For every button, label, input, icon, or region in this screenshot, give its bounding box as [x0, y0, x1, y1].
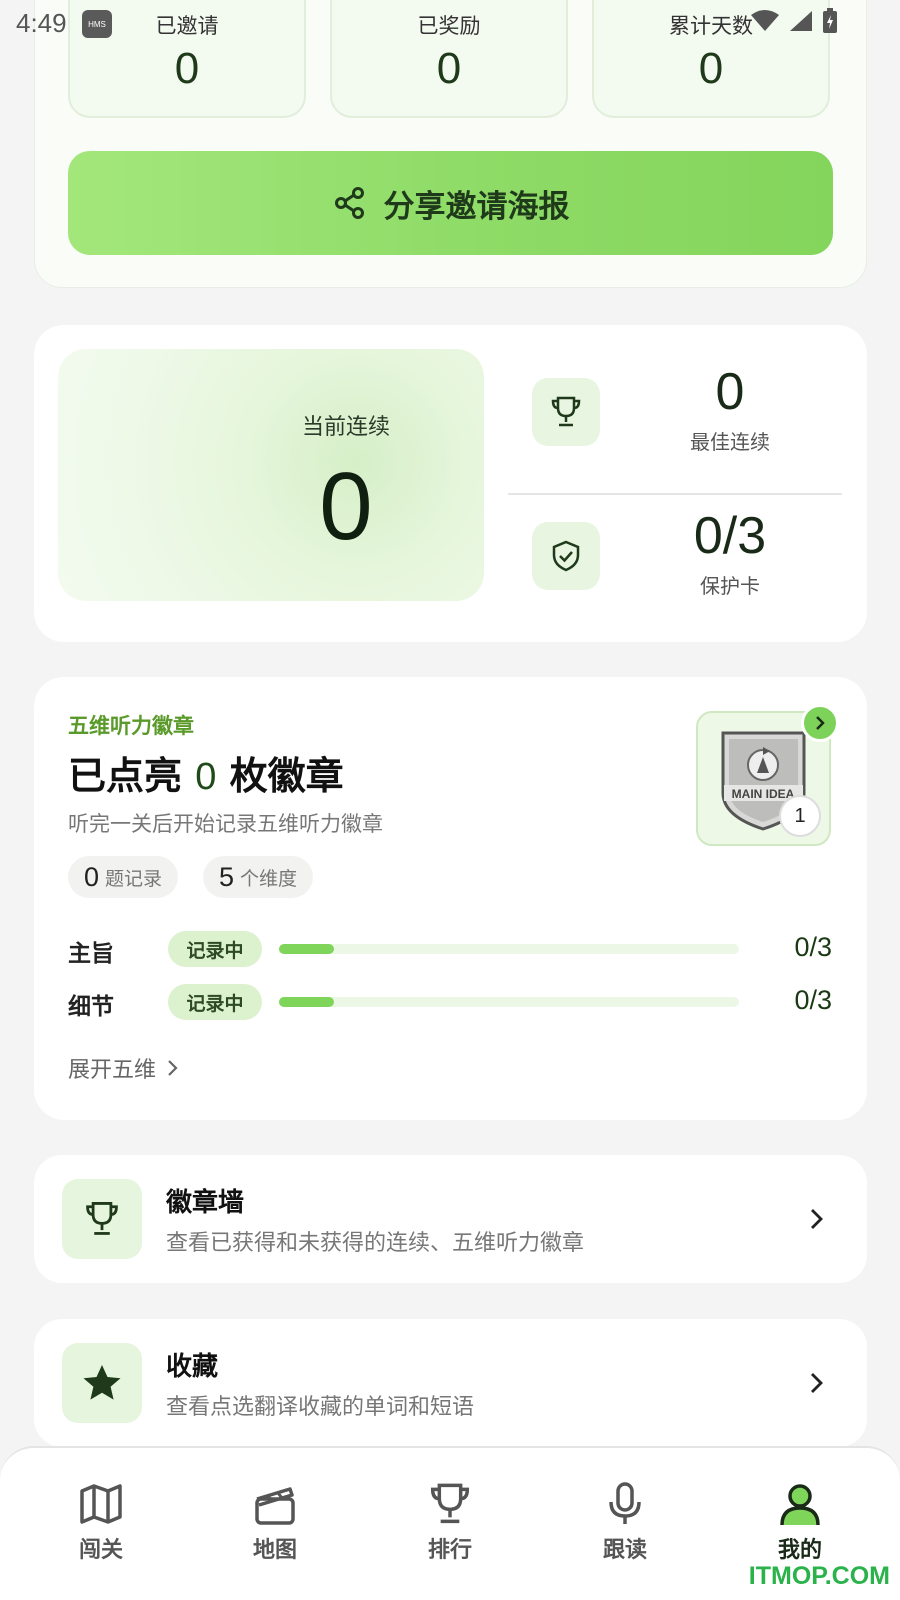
protect-card-tile [532, 522, 600, 590]
status-time: 4:49 [16, 8, 67, 38]
favorites-row[interactable] [34, 1319, 867, 1447]
dimensions-count: 5 [219, 861, 235, 892]
badge-wall-row[interactable] [34, 1155, 867, 1283]
badge-title-suffix: 枚徽章 [229, 754, 344, 798]
current-streak-label: 当前连续 [301, 415, 390, 440]
rewarded-stat: 已奖励 0 [330, 0, 568, 118]
nav-item-map[interactable]: 地图 [210, 1478, 340, 1564]
nav-item-rank[interactable]: 排行 [385, 1478, 515, 1564]
star-icon [83, 1365, 121, 1400]
hms-icon: HMS [82, 10, 112, 38]
dimensions-chip: 5 个维度 [203, 856, 314, 898]
trophy-icon [551, 396, 581, 427]
nav-item-follow-read[interactable]: 跟读 [560, 1478, 690, 1564]
share-icon [334, 187, 364, 219]
badge-title-prefix: 已点亮 [68, 754, 183, 798]
share-invite-poster-button[interactable]: 分享邀请海报 [68, 151, 833, 255]
total-days-value: 0 [698, 44, 724, 93]
dimension-status-main: 记录中 [168, 931, 262, 967]
best-streak-value: 0 [715, 363, 745, 421]
expand-label: 展开五维 [68, 1058, 157, 1083]
nav-label-challenge: 闯关 [78, 1538, 123, 1563]
badge-wall-icon-tile [62, 1179, 142, 1259]
records-count: 0 [84, 861, 100, 892]
nav-label-rank: 排行 [427, 1538, 472, 1563]
favorites-desc: 查看点选翻译收藏的单词和短语 [166, 1395, 475, 1420]
nav-label-map: 地图 [252, 1538, 297, 1563]
best-streak-tile [532, 378, 600, 446]
dimension-status-detail: 记录中 [168, 984, 262, 1020]
nav-item-challenge[interactable]: 闯关 [36, 1478, 166, 1564]
chevron-right-icon [816, 716, 825, 730]
dimension-score-detail: 0/3 [794, 985, 832, 1015]
clapperboard-icon [255, 1487, 295, 1525]
protect-card-value: 0/3 [693, 507, 767, 565]
protect-card-label: 保护卡 [700, 574, 760, 598]
dimension-progress-main [279, 944, 739, 954]
microphone-icon [609, 1482, 641, 1524]
watermark: ITMOP.COM [748, 1562, 890, 1590]
current-streak-value: 0 [319, 453, 373, 560]
trophy-icon [86, 1202, 118, 1235]
chevron-right-icon [808, 1206, 826, 1236]
dimension-score-main: 0/3 [794, 932, 832, 962]
dimensions-text: 个维度 [240, 867, 298, 890]
badge-title-count: 0 [195, 756, 217, 798]
dimension-progress-fill-main [279, 944, 335, 954]
rewarded-label: 已奖励 [417, 14, 481, 38]
chevron-right-icon [808, 1370, 826, 1400]
badge-wall-title: 徽章墙 [166, 1188, 245, 1218]
expand-five-dimensions[interactable]: 展开五维 [68, 1052, 180, 1084]
invited-value: 0 [174, 44, 200, 93]
trophy-icon [430, 1483, 470, 1524]
chevron-right-icon [168, 1060, 178, 1076]
dimension-name-main: 主旨 [68, 941, 114, 967]
divider [508, 493, 842, 495]
best-streak-label: 最佳连续 [690, 430, 770, 454]
badge-thumb-text: MAIN IDEA [732, 787, 795, 801]
badge-subtitle: 听完一关后开始记录五维听力徽章 [68, 812, 383, 836]
share-label: 分享邀请海报 [383, 188, 570, 225]
badge-title: 已点亮 0 枚徽章 [68, 745, 344, 800]
user-icon [780, 1484, 820, 1526]
dimension-progress-detail [279, 997, 739, 1007]
favorites-icon-tile [62, 1343, 142, 1423]
records-chip: 0 题记录 [68, 856, 179, 898]
rewarded-value: 0 [436, 44, 462, 93]
nav-label-follow-read: 跟读 [602, 1538, 647, 1563]
dimension-name-detail: 细节 [68, 994, 114, 1020]
badge-wall-desc: 查看已获得和未获得的连续、五维听力徽章 [166, 1231, 585, 1256]
wifi-icon [751, 10, 779, 31]
badge-eyebrow: 五维听力徽章 [68, 714, 194, 738]
dimension-progress-fill-detail [279, 997, 335, 1007]
battery-icon [823, 8, 837, 33]
nav-label-me: 我的 [777, 1538, 822, 1563]
status-icons [750, 8, 838, 34]
badge-thumb-arrow[interactable] [801, 704, 839, 742]
signal-icon [790, 11, 812, 31]
map-icon [80, 1484, 122, 1524]
records-text: 题记录 [105, 867, 163, 890]
nav-item-me[interactable]: 我的 [735, 1478, 865, 1564]
shield-check-icon [552, 540, 580, 572]
badge-thumb-count: 1 [779, 795, 821, 837]
favorites-title: 收藏 [166, 1352, 219, 1382]
